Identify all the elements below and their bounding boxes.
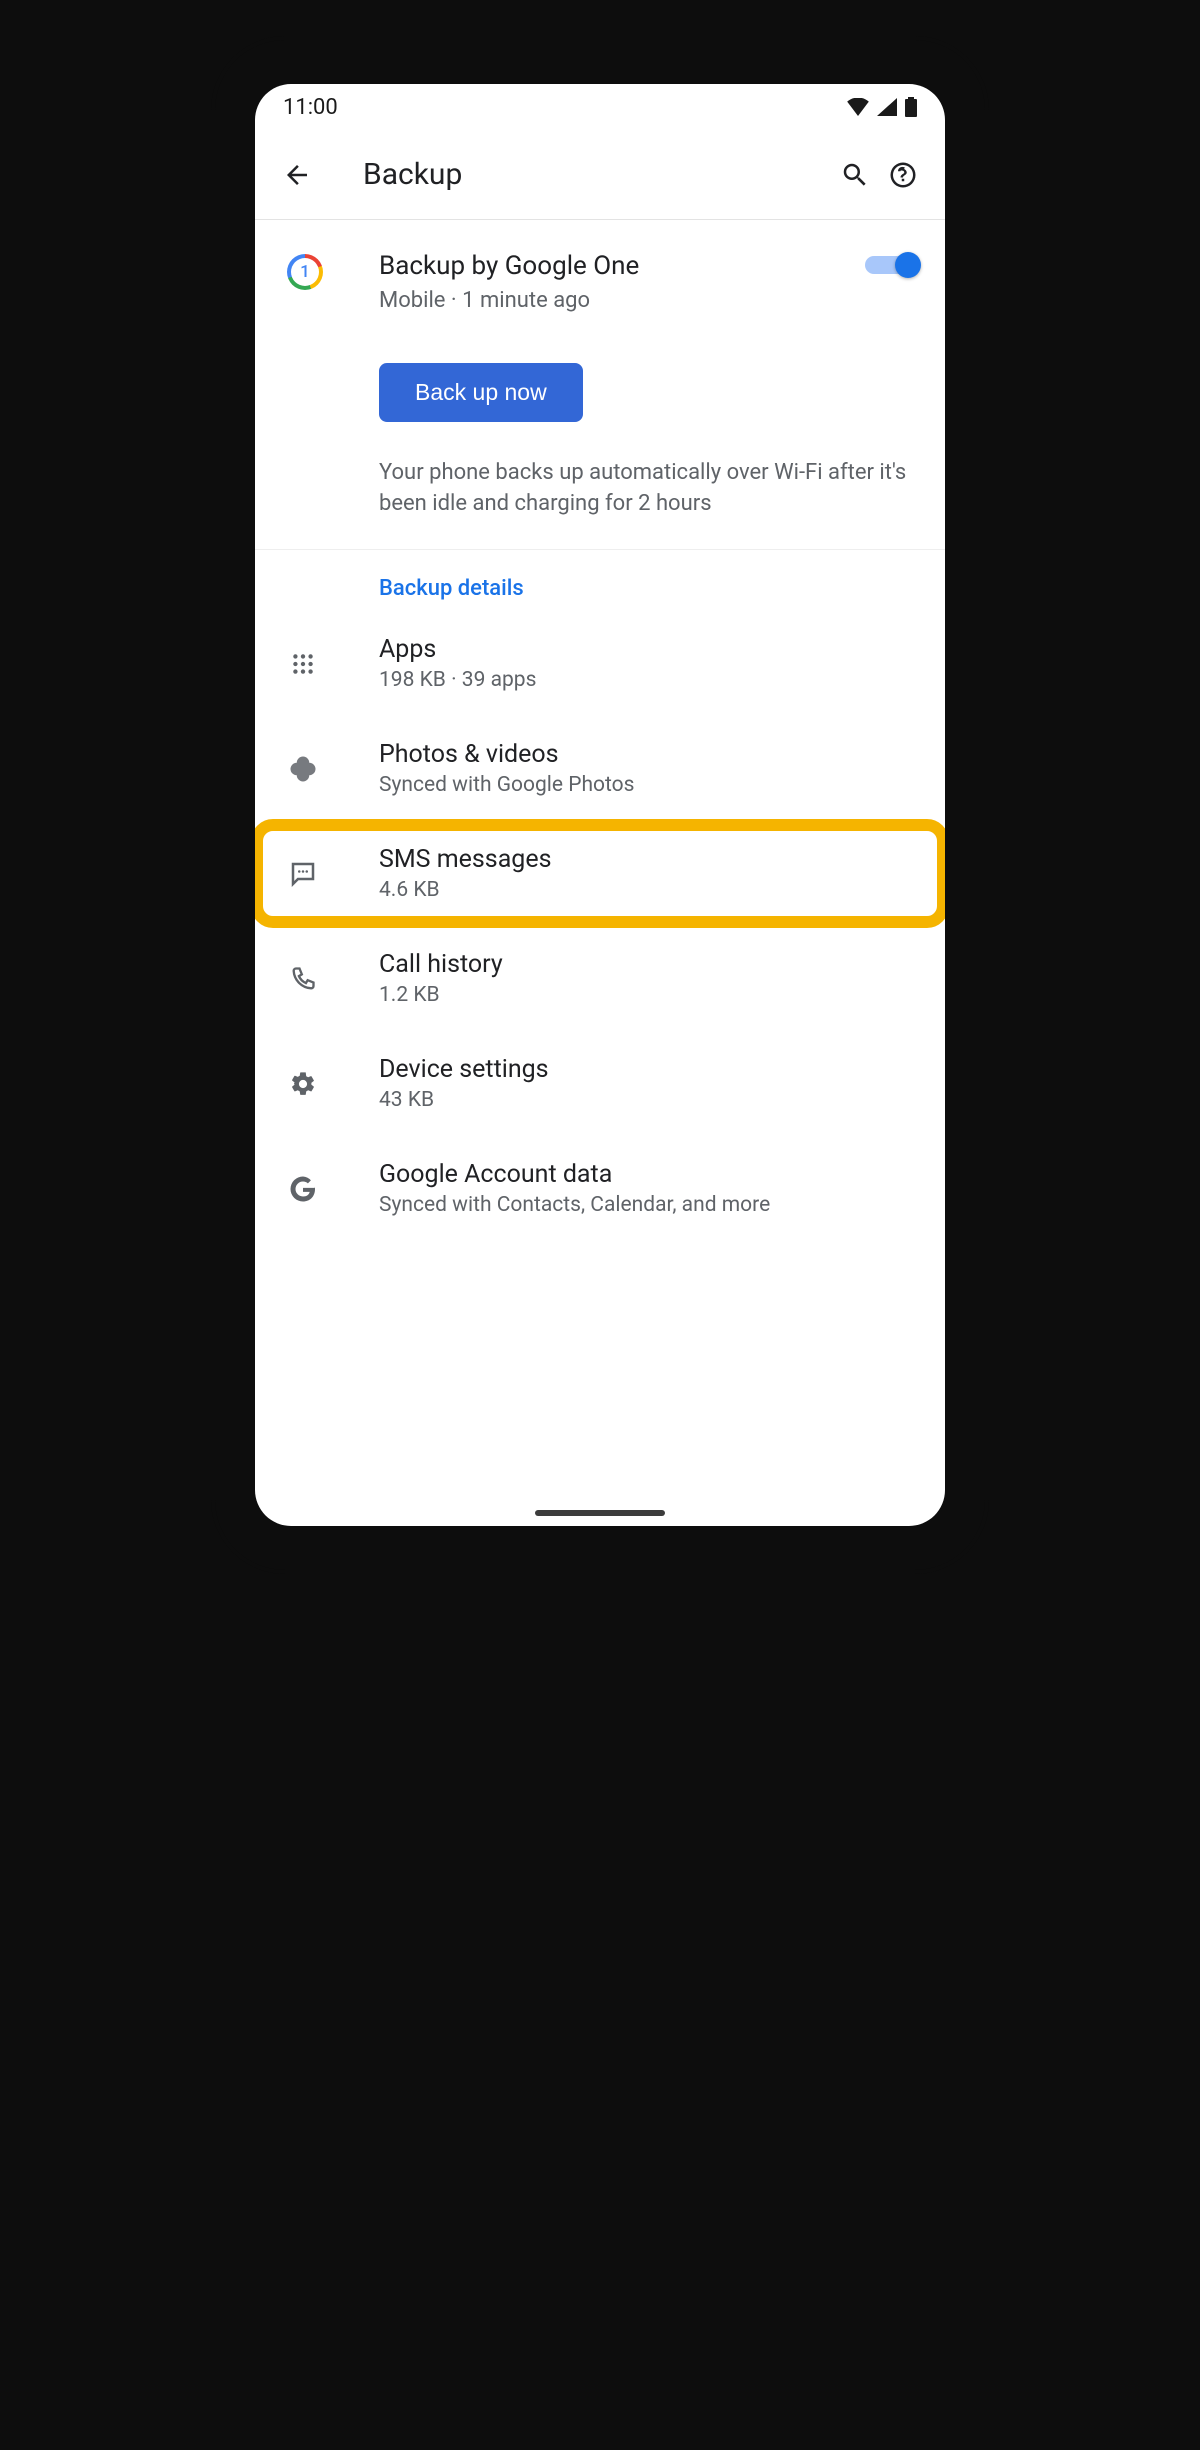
detail-title: Call history [379,950,503,979]
detail-subtitle: 4.6 KB [379,878,552,902]
arrow-back-icon [282,160,312,190]
gear-icon [283,1064,323,1104]
help-icon [888,160,918,190]
detail-subtitle: 198 KB · 39 apps [379,668,536,692]
backup-info: Your phone backs up automatically over W… [379,458,917,520]
google-one-icon: 1 [283,250,327,294]
wifi-icon [847,98,869,116]
sms-icon [283,854,323,894]
highlight-frame [255,819,945,928]
detail-photos[interactable]: Photos & videos Synced with Google Photo… [255,716,945,821]
apps-icon [283,644,323,684]
backup-toggle[interactable] [865,250,917,280]
detail-call-history[interactable]: Call history 1.2 KB [255,926,945,1031]
google-photos-icon [283,749,323,789]
back-button[interactable] [273,151,321,199]
detail-subtitle: Synced with Contacts, Calendar, and more [379,1193,770,1217]
detail-google-account[interactable]: Google Account data Synced with Contacts… [255,1136,945,1241]
phone-icon [283,959,323,999]
google-icon [283,1169,323,1209]
screen: 11:00 Backup [255,84,945,1526]
detail-device-settings[interactable]: Device settings 43 KB [255,1031,945,1136]
help-button[interactable] [879,151,927,199]
detail-title: Device settings [379,1055,549,1084]
backup-subtitle: Mobile · 1 minute ago [379,288,865,313]
detail-subtitle: Synced with Google Photos [379,773,635,797]
search-icon [840,160,870,190]
search-button[interactable] [831,151,879,199]
detail-subtitle: 43 KB [379,1088,549,1112]
nav-handle[interactable] [535,1510,665,1516]
status-bar: 11:00 [255,84,945,130]
device-frame: 11:00 Backup [215,40,985,1570]
detail-title: Google Account data [379,1160,770,1189]
cell-signal-icon [877,98,897,116]
content: 1 Backup by Google One Mobile · 1 minute… [255,220,945,1526]
backup-details-header: Backup details [255,550,945,611]
backup-now-button[interactable]: Back up now [379,363,583,422]
detail-title: Apps [379,635,536,664]
status-icons [847,97,917,117]
backup-section: 1 Backup by Google One Mobile · 1 minute… [255,220,945,550]
detail-title: SMS messages [379,845,552,874]
app-bar: Backup [255,130,945,220]
detail-apps[interactable]: Apps 198 KB · 39 apps [255,611,945,716]
detail-title: Photos & videos [379,740,635,769]
backup-row[interactable]: 1 Backup by Google One Mobile · 1 minute… [255,250,945,313]
page-title: Backup [363,157,831,192]
backup-title: Backup by Google One [379,250,865,284]
battery-icon [905,97,917,117]
detail-sms[interactable]: SMS messages 4.6 KB [255,821,945,926]
detail-subtitle: 1.2 KB [379,983,503,1007]
clock: 11:00 [283,95,338,120]
